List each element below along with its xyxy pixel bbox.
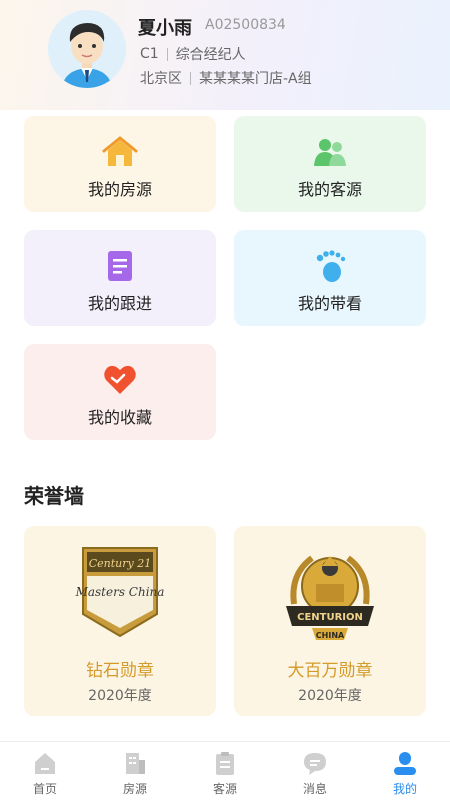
my-listings-card[interactable]: 我的房源 bbox=[24, 116, 216, 212]
my-listings-label: 我的房源 bbox=[87, 180, 152, 199]
clipboard-icon bbox=[212, 750, 238, 776]
million-medal-name: 大百万勋章 bbox=[287, 661, 373, 681]
honor-wall-title: 荣誉墙 bbox=[24, 484, 84, 508]
million-medal-year: 2020年度 bbox=[298, 688, 362, 704]
tab-home-label: 首页 bbox=[32, 782, 57, 796]
building-icon bbox=[122, 750, 148, 776]
centurion-medal-badge: CENTURION CHINA bbox=[280, 544, 380, 640]
my-clients-card[interactable]: 我的客源 bbox=[234, 116, 426, 212]
my-favorites-label: 我的收藏 bbox=[87, 408, 152, 427]
user-role: 综合经纪人 bbox=[175, 47, 246, 63]
medal-2-text-1: CENTURION bbox=[297, 612, 363, 623]
bottom-tab-bar: 首页 房源 客源 消息 我的 bbox=[0, 741, 450, 800]
tab-messages[interactable]: 消息 bbox=[270, 742, 360, 800]
divider bbox=[166, 47, 168, 61]
my-followups-label: 我的跟进 bbox=[87, 294, 152, 313]
tab-mine-label: 我的 bbox=[392, 782, 417, 796]
house-icon bbox=[102, 134, 138, 170]
my-viewings-card[interactable]: 我的带看 bbox=[234, 230, 426, 326]
tab-mine[interactable]: 我的 bbox=[360, 742, 450, 800]
user-store: 某某某某门店-A组 bbox=[199, 71, 312, 87]
tab-clients[interactable]: 客源 bbox=[180, 742, 270, 800]
tab-clients-label: 客源 bbox=[212, 782, 237, 796]
tab-listings-label: 房源 bbox=[122, 782, 147, 796]
user-name: 夏小雨 bbox=[138, 18, 192, 39]
document-icon bbox=[102, 248, 138, 284]
tab-messages-label: 消息 bbox=[302, 782, 327, 796]
person-icon bbox=[392, 750, 418, 776]
user-code: A02500834 bbox=[205, 17, 286, 33]
diamond-medal-name: 钻石勋章 bbox=[86, 661, 154, 681]
user-district: 北京区 bbox=[140, 71, 182, 87]
user-store-line: 北京区 某某某某门店-A组 bbox=[140, 68, 312, 88]
clients-icon bbox=[312, 134, 348, 170]
medal-2-text-2: CHINA bbox=[316, 631, 345, 640]
diamond-medal-badge: Century 21 Masters China bbox=[70, 544, 170, 640]
heart-icon bbox=[102, 362, 138, 398]
user-role-line: C1 综合经纪人 bbox=[140, 44, 246, 64]
tab-listings[interactable]: 房源 bbox=[90, 742, 180, 800]
tab-home[interactable]: 首页 bbox=[0, 742, 90, 800]
home-icon bbox=[32, 750, 58, 776]
message-icon bbox=[302, 750, 328, 776]
diamond-medal-card[interactable]: Century 21 Masters China 钻石勋章 2020年度 bbox=[24, 526, 216, 716]
divider bbox=[190, 71, 191, 85]
diamond-medal-year: 2020年度 bbox=[88, 688, 152, 704]
my-followups-card[interactable]: 我的跟进 bbox=[24, 230, 216, 326]
footprint-icon bbox=[312, 248, 348, 284]
million-medal-card[interactable]: CENTURION CHINA 大百万勋章 2020年度 bbox=[234, 526, 426, 716]
my-viewings-label: 我的带看 bbox=[297, 294, 362, 313]
medal-1-text-1: Century 21 bbox=[89, 557, 151, 570]
my-favorites-card[interactable]: 我的收藏 bbox=[24, 344, 216, 440]
my-clients-label: 我的客源 bbox=[297, 180, 362, 199]
medal-1-text-2: Masters China bbox=[75, 585, 164, 599]
profile-section: 夏小雨 A02500834 C1 综合经纪人 北京区 某某某某门店-A组 bbox=[0, 0, 450, 110]
avatar[interactable] bbox=[48, 10, 126, 88]
user-level: C1 bbox=[140, 46, 159, 62]
